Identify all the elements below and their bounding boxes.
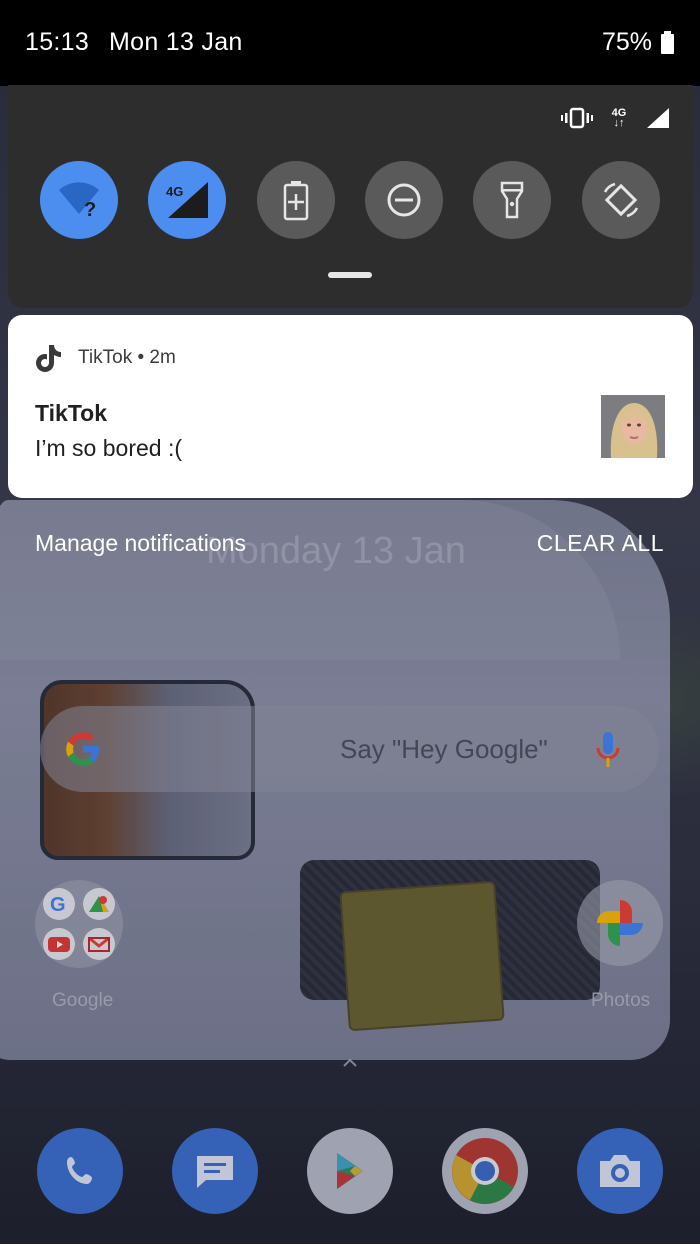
manage-notifications-button[interactable]: Manage notifications (35, 530, 246, 557)
tile-do-not-disturb[interactable] (365, 161, 443, 239)
mobile-data-4g-icon: 4G (166, 182, 208, 218)
signal-strength-icon (647, 108, 669, 128)
qs-status-icons: 4G ↓↑ (561, 103, 671, 133)
auto-rotate-icon (603, 182, 639, 218)
qs-expand-handle[interactable] (328, 272, 372, 278)
notification-time: 2m (149, 347, 176, 368)
qs-tiles: ? 4G (40, 161, 660, 241)
tile-mobile-data[interactable]: 4G (148, 161, 226, 239)
network-4g-icon: 4G ↓↑ (611, 107, 627, 129)
battery-percentage: 75% (601, 28, 652, 56)
vibrate-icon (561, 107, 593, 129)
status-date: Mon 13 Jan (109, 28, 243, 56)
notification-title: TikTok (35, 400, 107, 426)
tiktok-icon (36, 345, 61, 372)
notification-text: I’m so bored :( (35, 435, 182, 461)
tile-battery-saver[interactable] (257, 161, 335, 239)
tile-auto-rotate[interactable] (582, 161, 660, 239)
battery-saver-icon (283, 181, 309, 221)
network-type-label: 4G (611, 107, 627, 119)
notification-thumbnail (601, 395, 665, 458)
notification-header: TikTok • 2m (78, 347, 176, 369)
notification-card[interactable]: TikTok • 2m TikTok I’m so bored :( (8, 315, 693, 498)
flashlight-icon (500, 181, 524, 219)
do-not-disturb-icon (387, 183, 421, 217)
wifi-unknown-icon: ? (59, 182, 99, 220)
notification-separator: • (137, 347, 145, 368)
notification-app-name: TikTok (78, 347, 133, 368)
profile-photo (601, 395, 665, 458)
battery-icon (661, 31, 674, 54)
clear-all-button[interactable]: CLEAR ALL (537, 530, 664, 557)
status-bar: 15:13 Mon 13 Jan 75% (0, 0, 700, 86)
quick-settings-panel: 4G ↓↑ ? 4G (8, 85, 693, 308)
status-time: 15:13 (25, 28, 90, 56)
tile-4g-text: 4G (166, 184, 183, 199)
svg-text:?: ? (84, 199, 96, 220)
tile-wifi[interactable]: ? (40, 161, 118, 239)
tile-flashlight[interactable] (473, 161, 551, 239)
